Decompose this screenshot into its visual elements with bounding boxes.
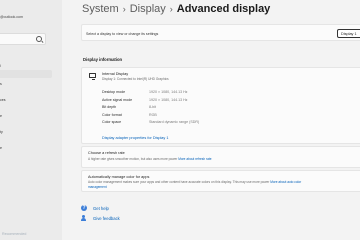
row-value: 1920 × 1080, 144.13 Hz (149, 97, 188, 102)
more-about-auto-color-link-cont[interactable]: management (88, 185, 107, 189)
row-key: Color format (102, 112, 122, 117)
display-subtitle: Display 1: Connected to Intel(R) UHD Gra… (102, 77, 169, 81)
refresh-rate-title: Choose a refresh rate (88, 151, 125, 155)
breadcrumb: System › Display › Advanced display (82, 3, 270, 15)
row-key: Color space (102, 120, 122, 125)
sidebar-item[interactable]: e (0, 146, 2, 150)
sidebar-item[interactable]: l (0, 64, 1, 68)
help-icon (81, 205, 87, 211)
give-feedback-link[interactable]: Give feedback (81, 215, 120, 221)
row-key: Desktop mode (102, 90, 126, 94)
give-feedback-label: Give feedback (93, 215, 120, 221)
sidebar-search-input[interactable] (0, 33, 46, 45)
auto-color-description: Auto color management makes sure your ap… (88, 180, 301, 184)
display-name: Internal Display (102, 72, 129, 76)
search-icon (36, 36, 42, 42)
auto-color-title: Automatically manage color for apps (88, 175, 150, 179)
sidebar-active-highlight (0, 70, 52, 78)
row-value: 1920 × 1080, 144.13 Hz (149, 90, 188, 94)
get-help-label: Get help (93, 205, 109, 211)
sidebar-item[interactable]: ty (0, 130, 3, 134)
display-information-card: Internal Display Display 1: Connected to… (81, 67, 360, 144)
sidebar: @outlook.com l s ces e ty e Recommended (0, 0, 62, 240)
breadcrumb-system[interactable]: System (82, 3, 119, 15)
select-display-label: Select a display to view or change its s… (86, 32, 159, 36)
row-value: RGB (149, 112, 157, 117)
select-display-card: Select a display to view or change its s… (81, 24, 360, 41)
monitor-icon (89, 73, 96, 80)
feedback-icon (81, 215, 87, 221)
sidebar-item[interactable]: e (0, 114, 2, 118)
display-adapter-properties-link[interactable]: Display adapter properties for Display 1 (102, 136, 168, 140)
auto-color-management-card[interactable]: Automatically manage color for apps Auto… (81, 170, 360, 192)
more-about-refresh-rate-link[interactable]: More about refresh rate (178, 157, 211, 161)
row-key: Bit depth (102, 105, 117, 110)
auto-color-desc-text: Auto color management makes sure your ap… (88, 180, 270, 184)
get-help-link[interactable]: Get help (81, 205, 109, 211)
refresh-rate-desc-text: A higher rate gives smoother motion, but… (88, 157, 178, 161)
display-dropdown[interactable]: Display 1 (337, 29, 360, 38)
breadcrumb-display[interactable]: Display (130, 3, 166, 15)
breadcrumb-separator: › (122, 4, 126, 14)
display-information-heading: Display information (83, 57, 123, 62)
refresh-rate-description: A higher rate gives smoother motion, but… (88, 157, 212, 161)
sidebar-bottom-text: Recommended (2, 232, 27, 236)
auto-color-description-line2: management (88, 185, 107, 189)
more-about-auto-color-link[interactable]: More about auto color (270, 180, 301, 184)
sidebar-item[interactable]: ces (0, 98, 6, 102)
row-value: Standard dynamic range (SDR) (149, 120, 200, 125)
sidebar-item[interactable]: s (0, 82, 2, 86)
refresh-rate-card[interactable]: Choose a refresh rate A higher rate give… (81, 146, 360, 168)
breadcrumb-separator: › (169, 4, 173, 14)
row-value: 8-bit (149, 105, 156, 110)
row-key: Active signal mode (102, 97, 133, 102)
page-title: Advanced display (176, 3, 271, 15)
account-email: @outlook.com (0, 15, 24, 19)
